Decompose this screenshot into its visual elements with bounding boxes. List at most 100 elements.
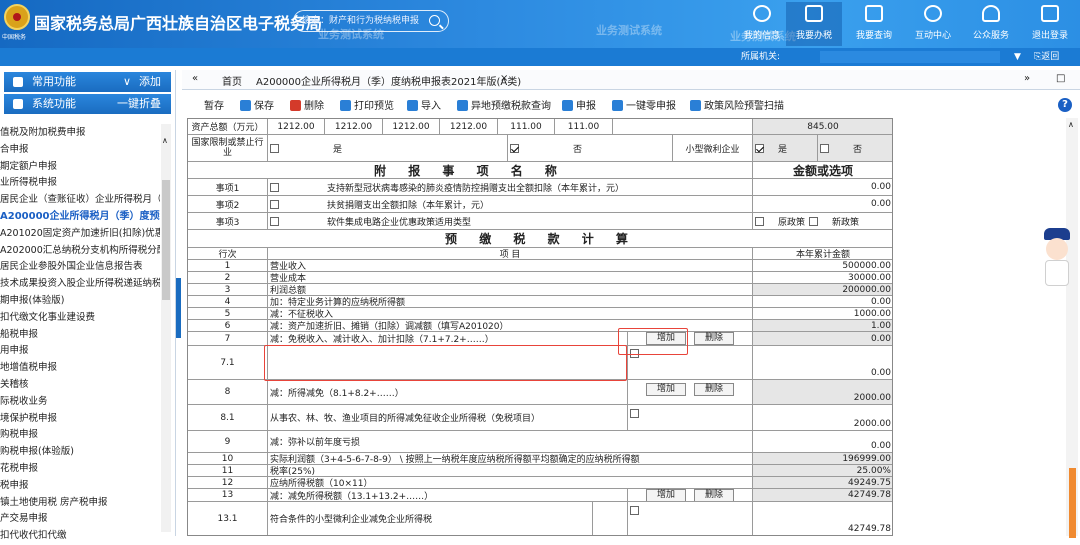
menu-item[interactable]: 船税申报 [0, 327, 160, 344]
menu-item[interactable]: 合申报 [0, 142, 160, 159]
menu-item[interactable]: 地增值税申报 [0, 360, 160, 377]
menu-item[interactable]: 境保护税申报 [0, 411, 160, 428]
calc-row: 11 税率(25%) 25.00% [188, 465, 892, 477]
menu-item[interactable]: 居民企业（查账征收）企业所得税月（ [0, 192, 160, 209]
menu-item[interactable]: 技术成果投资入股企业所得税递延纳税 [0, 276, 160, 293]
logo-text: 中国税务 [2, 34, 27, 41]
print-preview-button[interactable]: 打印预览 [340, 98, 394, 115]
remote-prepay-query-button[interactable]: 异地预缴税款查询 [457, 98, 551, 115]
menu-item[interactable]: 花税申报 [0, 461, 160, 478]
menu-item-current[interactable]: A200000企业所得税月（季）度预缴纳税 [0, 209, 160, 226]
delete-row-button[interactable]: 删除 [694, 489, 735, 501]
sidebar-scrollbar[interactable]: ∧ [161, 124, 171, 532]
checkbox-icon[interactable] [270, 143, 279, 153]
chevron-up-icon[interactable]: ∧ [1068, 120, 1074, 129]
checkbox-icon[interactable] [809, 216, 819, 226]
nav-public-service[interactable]: 公众服务 [963, 2, 1019, 46]
content-scrollbar[interactable]: ∧ [1066, 118, 1078, 538]
tab-active[interactable]: A200000企业所得税月（季）度纳税申报表2021年版(A类) [256, 73, 521, 88]
chevron-up-icon[interactable]: ∧ [162, 136, 168, 145]
amount-cell[interactable]: 0.00 [753, 431, 892, 452]
tab-home[interactable]: 首页 [222, 73, 242, 88]
matter-value[interactable]: 0.00 [753, 179, 892, 195]
asset-value[interactable]: 111.00 [555, 119, 613, 134]
save-button[interactable]: 保存 [240, 98, 274, 115]
add-button[interactable]: 添加 [139, 72, 161, 92]
menu-item[interactable]: 关稽核 [0, 377, 160, 394]
delete-row-button[interactable]: 删除 [694, 332, 735, 345]
nav-interaction[interactable]: 互动中心 [905, 2, 961, 46]
delete-button[interactable]: 删除 [290, 98, 324, 115]
menu-item[interactable]: 际税收业务 [0, 394, 160, 411]
delete-row-button[interactable]: 删除 [694, 383, 735, 396]
system-functions-button[interactable]: 系统功能 一键折叠 [4, 94, 171, 114]
add-row-button[interactable]: 增加 [645, 383, 686, 396]
sidebar-toggle-handle[interactable] [176, 278, 181, 338]
menu-item[interactable]: 产交易申报 [0, 511, 160, 528]
matter-value[interactable]: 0.00 [753, 196, 892, 212]
tab-next-icon[interactable]: » [1024, 73, 1030, 84]
checkbox-icon[interactable] [630, 409, 639, 418]
amount-cell[interactable]: 1000.00 [753, 308, 892, 319]
checkbox-icon[interactable] [270, 216, 279, 226]
menu-item[interactable]: 购税申报 [0, 427, 160, 444]
amount-cell[interactable]: 30000.00 [753, 272, 892, 283]
menu-item[interactable]: 镇土地使用税 房产税申报 [0, 495, 160, 512]
asset-value[interactable]: 1212.00 [268, 119, 325, 134]
window-icon[interactable]: □ [1056, 73, 1065, 84]
restricted-no[interactable]: 否 [508, 135, 673, 161]
org-select[interactable] [820, 51, 1000, 63]
collapse-all-button[interactable]: 一键折叠 [117, 94, 161, 114]
menu-item[interactable]: 业所得税申报 [0, 175, 160, 192]
asset-value[interactable]: 1212.00 [325, 119, 383, 134]
scroll-thumb[interactable] [162, 180, 170, 300]
menu-item[interactable]: 期定额户申报 [0, 159, 160, 176]
calc-row: 5 减：不征税收入 1000.00 [188, 308, 892, 320]
chevron-down-icon[interactable]: ▼ [1014, 48, 1021, 66]
amount-cell[interactable]: 2000.00 [753, 405, 892, 430]
checkbox-icon[interactable] [270, 199, 279, 209]
calc-row: 6 减：资产加速折旧、摊销（扣除）调减额（填写A201020） 1.00 [188, 320, 892, 332]
nav-my-info[interactable]: 我的信息 [734, 2, 790, 46]
temp-save-button[interactable]: 暂存 [204, 98, 224, 115]
search-input[interactable]: 搜索：财产和行为税纳税申报 [293, 10, 449, 32]
search-icon[interactable] [429, 15, 440, 26]
menu-item[interactable]: 税申报 [0, 478, 160, 495]
close-icon[interactable]: × [500, 73, 508, 84]
assistant-avatar[interactable] [1040, 228, 1074, 288]
add-row-button[interactable]: 增加 [645, 489, 686, 501]
asset-value[interactable]: 1212.00 [383, 119, 440, 134]
amount-cell[interactable]: 0.00 [753, 296, 892, 307]
asset-value[interactable]: 1212.00 [440, 119, 498, 134]
checkbox-icon[interactable] [270, 182, 279, 192]
nav-logout[interactable]: 退出登录 [1022, 2, 1078, 46]
declare-button[interactable]: 申报 [562, 98, 596, 115]
common-functions-button[interactable]: 常用功能 ∨ 添加 [4, 72, 171, 92]
policy-risk-scan-button[interactable]: 政策风险预警扫描 [690, 98, 784, 115]
checkbox-checked-icon[interactable] [510, 143, 519, 153]
nav-query[interactable]: 我要查询 [846, 2, 902, 46]
menu-item[interactable]: 用申报 [0, 343, 160, 360]
checkbox-icon[interactable] [755, 216, 764, 226]
amount-cell[interactable]: 42749.78 [753, 502, 892, 535]
scroll-thumb[interactable] [1069, 468, 1076, 538]
menu-item[interactable]: 扣代收代扣代缴 [0, 528, 160, 545]
help-icon[interactable]: ? [1058, 98, 1072, 112]
menu-item[interactable]: 居民企业参股外国企业信息报告表 [0, 259, 160, 276]
menu-item[interactable]: 购税申报(体验版) [0, 444, 160, 461]
menu-item[interactable]: 扣代缴文化事业建设费 [0, 310, 160, 327]
menu-item[interactable]: 值税及附加税费申报 [0, 125, 160, 142]
import-button[interactable]: 导入 [407, 98, 441, 115]
menu-item[interactable]: A202000汇总纳税分支机构所得税分配 [0, 243, 160, 260]
amount-cell[interactable]: 0.00 [753, 346, 892, 379]
restricted-yes[interactable]: 是 [268, 135, 508, 161]
menu-item[interactable]: 期申报(体验版) [0, 293, 160, 310]
tab-prev-icon[interactable]: « [192, 73, 198, 84]
amount-cell[interactable]: 500000.00 [753, 260, 892, 271]
nav-do-tax[interactable]: 我要办税 [786, 2, 842, 46]
checkbox-icon[interactable] [630, 506, 639, 515]
asset-value[interactable]: 111.00 [498, 119, 555, 134]
zero-declare-button[interactable]: 一键零申报 [612, 98, 676, 115]
menu-item[interactable]: A201020固定资产加速折旧(扣除)优惠 [0, 226, 160, 243]
back-link[interactable]: ⎘返回 [1034, 48, 1059, 66]
